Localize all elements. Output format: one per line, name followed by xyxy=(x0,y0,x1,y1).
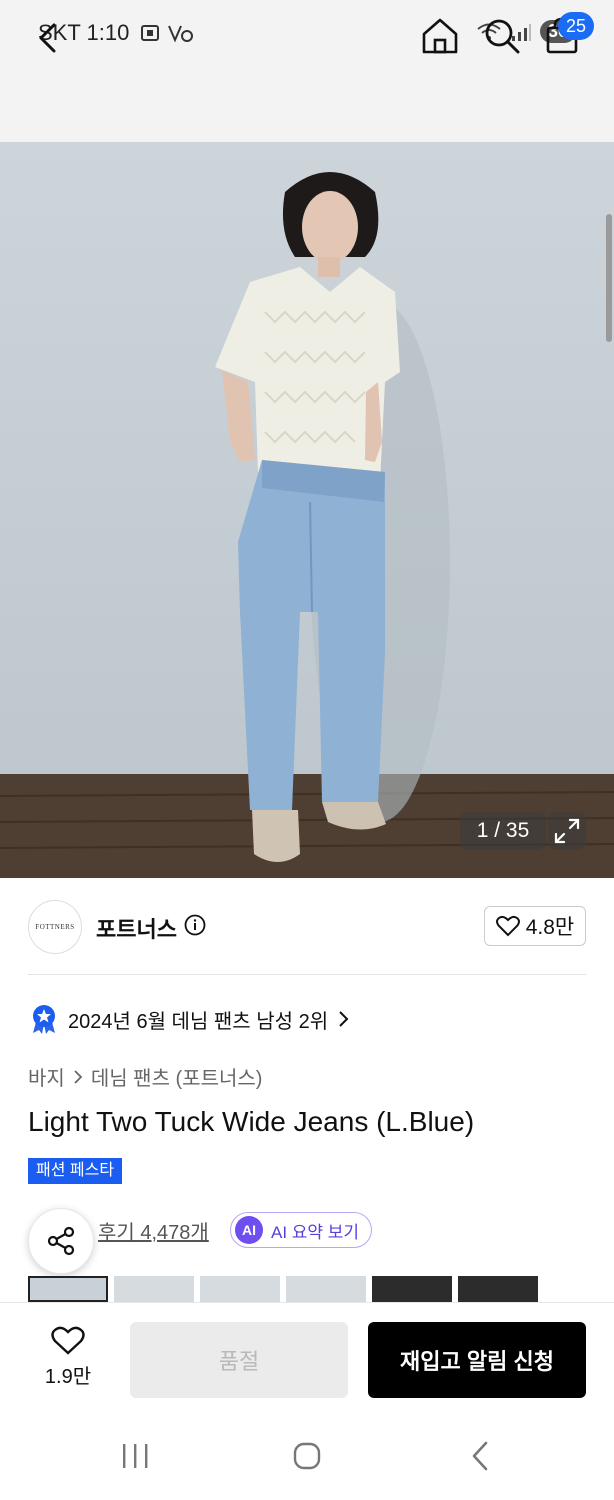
ranking-text: 2024년 6월 데님 팬츠 남성 2위 xyxy=(68,1010,329,1033)
product-title: Light Two Tuck Wide Jeans (L.Blue) xyxy=(28,1106,475,1137)
expand-icon xyxy=(554,818,580,844)
screenshot-icon xyxy=(141,25,160,41)
heart-icon xyxy=(495,915,520,937)
ai-summary-button[interactable]: AI AI 요약 보기 xyxy=(230,1212,373,1248)
heart-icon xyxy=(51,1326,85,1355)
divider xyxy=(28,974,586,975)
recent-apps-icon[interactable] xyxy=(120,1442,150,1470)
cart-count-badge: 25 xyxy=(558,12,594,40)
medal-icon xyxy=(33,1005,55,1034)
status-icons xyxy=(139,22,194,44)
image-counter: 1 / 35 xyxy=(460,812,546,850)
review-thumbnail[interactable] xyxy=(114,1276,194,1302)
review-thumbnail[interactable] xyxy=(28,1276,108,1302)
review-thumbnail[interactable] xyxy=(372,1276,452,1302)
volte-icon xyxy=(168,25,194,43)
soldout-button: 품절 xyxy=(130,1322,348,1398)
breadcrumb: 바지 데님 팬츠 (포트너스) xyxy=(28,1062,262,1091)
review-count-link[interactable]: 후기 4,478개 xyxy=(98,1216,209,1245)
share-button[interactable] xyxy=(28,1208,94,1274)
home-icon[interactable] xyxy=(420,16,460,56)
event-tag: 패션 페스타 xyxy=(28,1158,123,1184)
app-header xyxy=(0,62,614,142)
brand-like-button[interactable]: 4.8만 xyxy=(484,906,586,946)
wishlist-button[interactable]: 1.9만 xyxy=(38,1326,98,1390)
expand-image-button[interactable] xyxy=(548,812,586,850)
ai-summary-label: AI 요약 보기 xyxy=(271,1222,360,1242)
back-nav-icon[interactable] xyxy=(466,1440,494,1472)
scrollbar[interactable] xyxy=(606,214,612,342)
brand-like-count: 4.8만 xyxy=(525,916,575,939)
info-icon[interactable] xyxy=(184,914,206,936)
breadcrumb-subcategory[interactable]: 데님 팬츠 (포트너스) xyxy=(91,1062,263,1091)
breadcrumb-category[interactable]: 바지 xyxy=(28,1062,65,1091)
home-nav-icon[interactable] xyxy=(292,1441,322,1471)
brand-name[interactable]: 포트너스 xyxy=(96,912,177,944)
review-photo-strip xyxy=(28,1276,538,1302)
restock-alert-button[interactable]: 재입고 알림 신청 xyxy=(368,1322,586,1398)
wishlist-count: 1.9만 xyxy=(44,1366,92,1388)
share-icon xyxy=(47,1226,75,1256)
ranking-link[interactable]: 2024년 6월 데님 팬츠 남성 2위 xyxy=(30,1004,350,1034)
review-thumbnail[interactable] xyxy=(200,1276,280,1302)
search-icon[interactable] xyxy=(482,16,522,56)
chevron-right-icon xyxy=(339,1011,349,1027)
chevron-right-icon xyxy=(74,1069,83,1084)
review-thumbnail[interactable] xyxy=(458,1276,538,1302)
product-image[interactable] xyxy=(0,142,614,878)
back-arrow-icon[interactable] xyxy=(30,20,66,56)
review-thumbnail[interactable] xyxy=(286,1276,366,1302)
brand-logo[interactable]: FOTTNERS xyxy=(28,900,82,954)
ai-badge: AI xyxy=(235,1216,263,1244)
model-photo xyxy=(0,142,614,878)
